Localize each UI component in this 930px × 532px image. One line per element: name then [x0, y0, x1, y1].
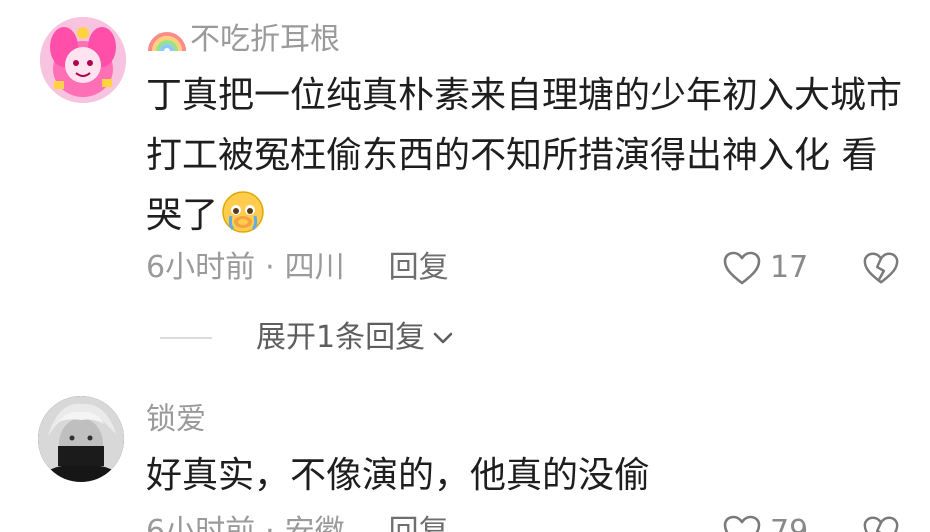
timestamp: 6小时前	[146, 514, 256, 532]
like-button[interactable]: 79	[722, 512, 808, 532]
comment-text: 好真实，不像演的，他真的没偷	[146, 446, 906, 506]
location: 四川	[284, 250, 345, 285]
chevron-down-icon	[433, 332, 453, 344]
reply-button[interactable]: 回复	[389, 512, 449, 532]
timestamp: 6小时前	[146, 250, 256, 285]
username[interactable]: 不吃折耳根	[146, 22, 340, 58]
heart-outline-icon	[723, 251, 761, 285]
meta-separator: ·	[265, 514, 275, 532]
comment-meta: 6小时前 · 四川 回复	[146, 248, 449, 288]
username-text: 锁爱	[146, 402, 206, 437]
expand-replies[interactable]: 展开1条回复	[160, 316, 457, 360]
comment-list: 不吃折耳根 丁真把一位纯真朴素来自理塘的少年初入大城市 打工被冤枉偷东西的不知所…	[0, 0, 930, 532]
broken-heart-icon[interactable]	[862, 513, 900, 532]
meta-separator: ·	[265, 250, 275, 285]
username-text: 不吃折耳根	[190, 22, 340, 57]
like-count: 79	[770, 514, 809, 532]
broken-heart-icon[interactable]	[862, 249, 900, 287]
like-button[interactable]: 17	[722, 248, 808, 288]
reply-button[interactable]: 回复	[389, 248, 449, 288]
comment-line: 好真实，不像演的，他真的没偷	[146, 455, 651, 496]
expand-replies-label: 展开1条回复	[256, 320, 426, 355]
location: 安徽	[284, 514, 345, 532]
comment-line-last: 哭了	[146, 186, 906, 246]
divider	[160, 337, 212, 339]
avatar[interactable]	[40, 17, 126, 103]
username[interactable]: 锁爱	[146, 402, 206, 438]
comment-text: 丁真把一位纯真朴素来自理塘的少年初入大城市 打工被冤枉偷东西的不知所措演得出神入…	[146, 66, 906, 246]
like-count: 17	[770, 250, 809, 285]
rainbow-icon	[148, 32, 186, 52]
avatar[interactable]	[38, 396, 124, 482]
heart-outline-icon	[723, 515, 761, 532]
comment-line: 打工被冤枉偷东西的不知所措演得出神入化 看	[146, 135, 878, 176]
comment-meta: 6小时前 · 安徽 回复	[146, 512, 449, 532]
pleading-face-emoji	[222, 191, 264, 233]
comment-line: 丁真把一位纯真朴素来自理塘的少年初入大城市	[146, 75, 903, 116]
